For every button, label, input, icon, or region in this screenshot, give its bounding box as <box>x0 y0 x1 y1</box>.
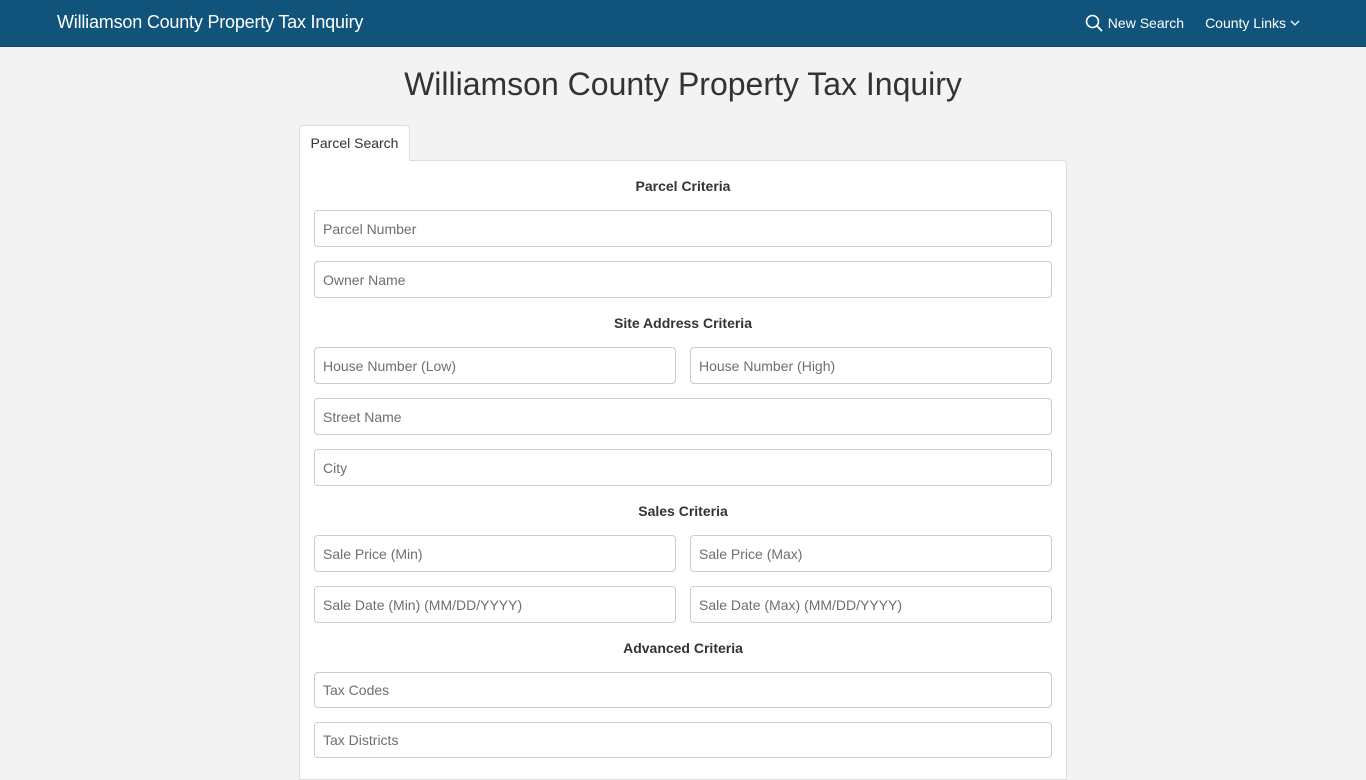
sales-criteria-heading: Sales Criteria <box>638 503 728 519</box>
brand-link[interactable]: Williamson County Property Tax Inquiry <box>57 12 363 33</box>
street-name-input[interactable] <box>314 398 1052 435</box>
parcel-criteria-heading: Parcel Criteria <box>635 178 731 194</box>
sale-date-min-input[interactable] <box>314 586 676 623</box>
tax-districts-input[interactable] <box>314 722 1052 758</box>
top-navbar: Williamson County Property Tax Inquiry N… <box>0 0 1366 47</box>
owner-name-input[interactable] <box>314 261 1052 298</box>
city-input[interactable] <box>314 449 1052 486</box>
county-links-label: County Links <box>1205 15 1286 31</box>
advanced-criteria-heading: Advanced Criteria <box>623 640 743 656</box>
chevron-down-icon <box>1290 19 1300 27</box>
search-panel: Parcel Criteria Site Address Criteria Sa… <box>299 160 1067 780</box>
house-number-high-input[interactable] <box>690 347 1052 384</box>
tab-parcel-search[interactable]: Parcel Search <box>299 125 410 161</box>
navbar-right: New Search County Links <box>1064 0 1300 46</box>
sale-price-min-input[interactable] <box>314 535 676 572</box>
new-search-label: New Search <box>1107 15 1185 31</box>
sale-date-max-input[interactable] <box>690 586 1052 623</box>
site-address-criteria-heading: Site Address Criteria <box>614 315 752 331</box>
house-number-low-input[interactable] <box>314 347 676 384</box>
search-icon <box>1085 14 1103 32</box>
new-search-link[interactable]: New Search <box>1085 14 1184 32</box>
tax-codes-input[interactable] <box>314 672 1052 708</box>
page-title: Williamson County Property Tax Inquiry <box>404 66 962 102</box>
parcel-number-input[interactable] <box>314 210 1052 247</box>
county-links-dropdown[interactable]: County Links <box>1205 15 1300 31</box>
sale-price-max-input[interactable] <box>690 535 1052 572</box>
